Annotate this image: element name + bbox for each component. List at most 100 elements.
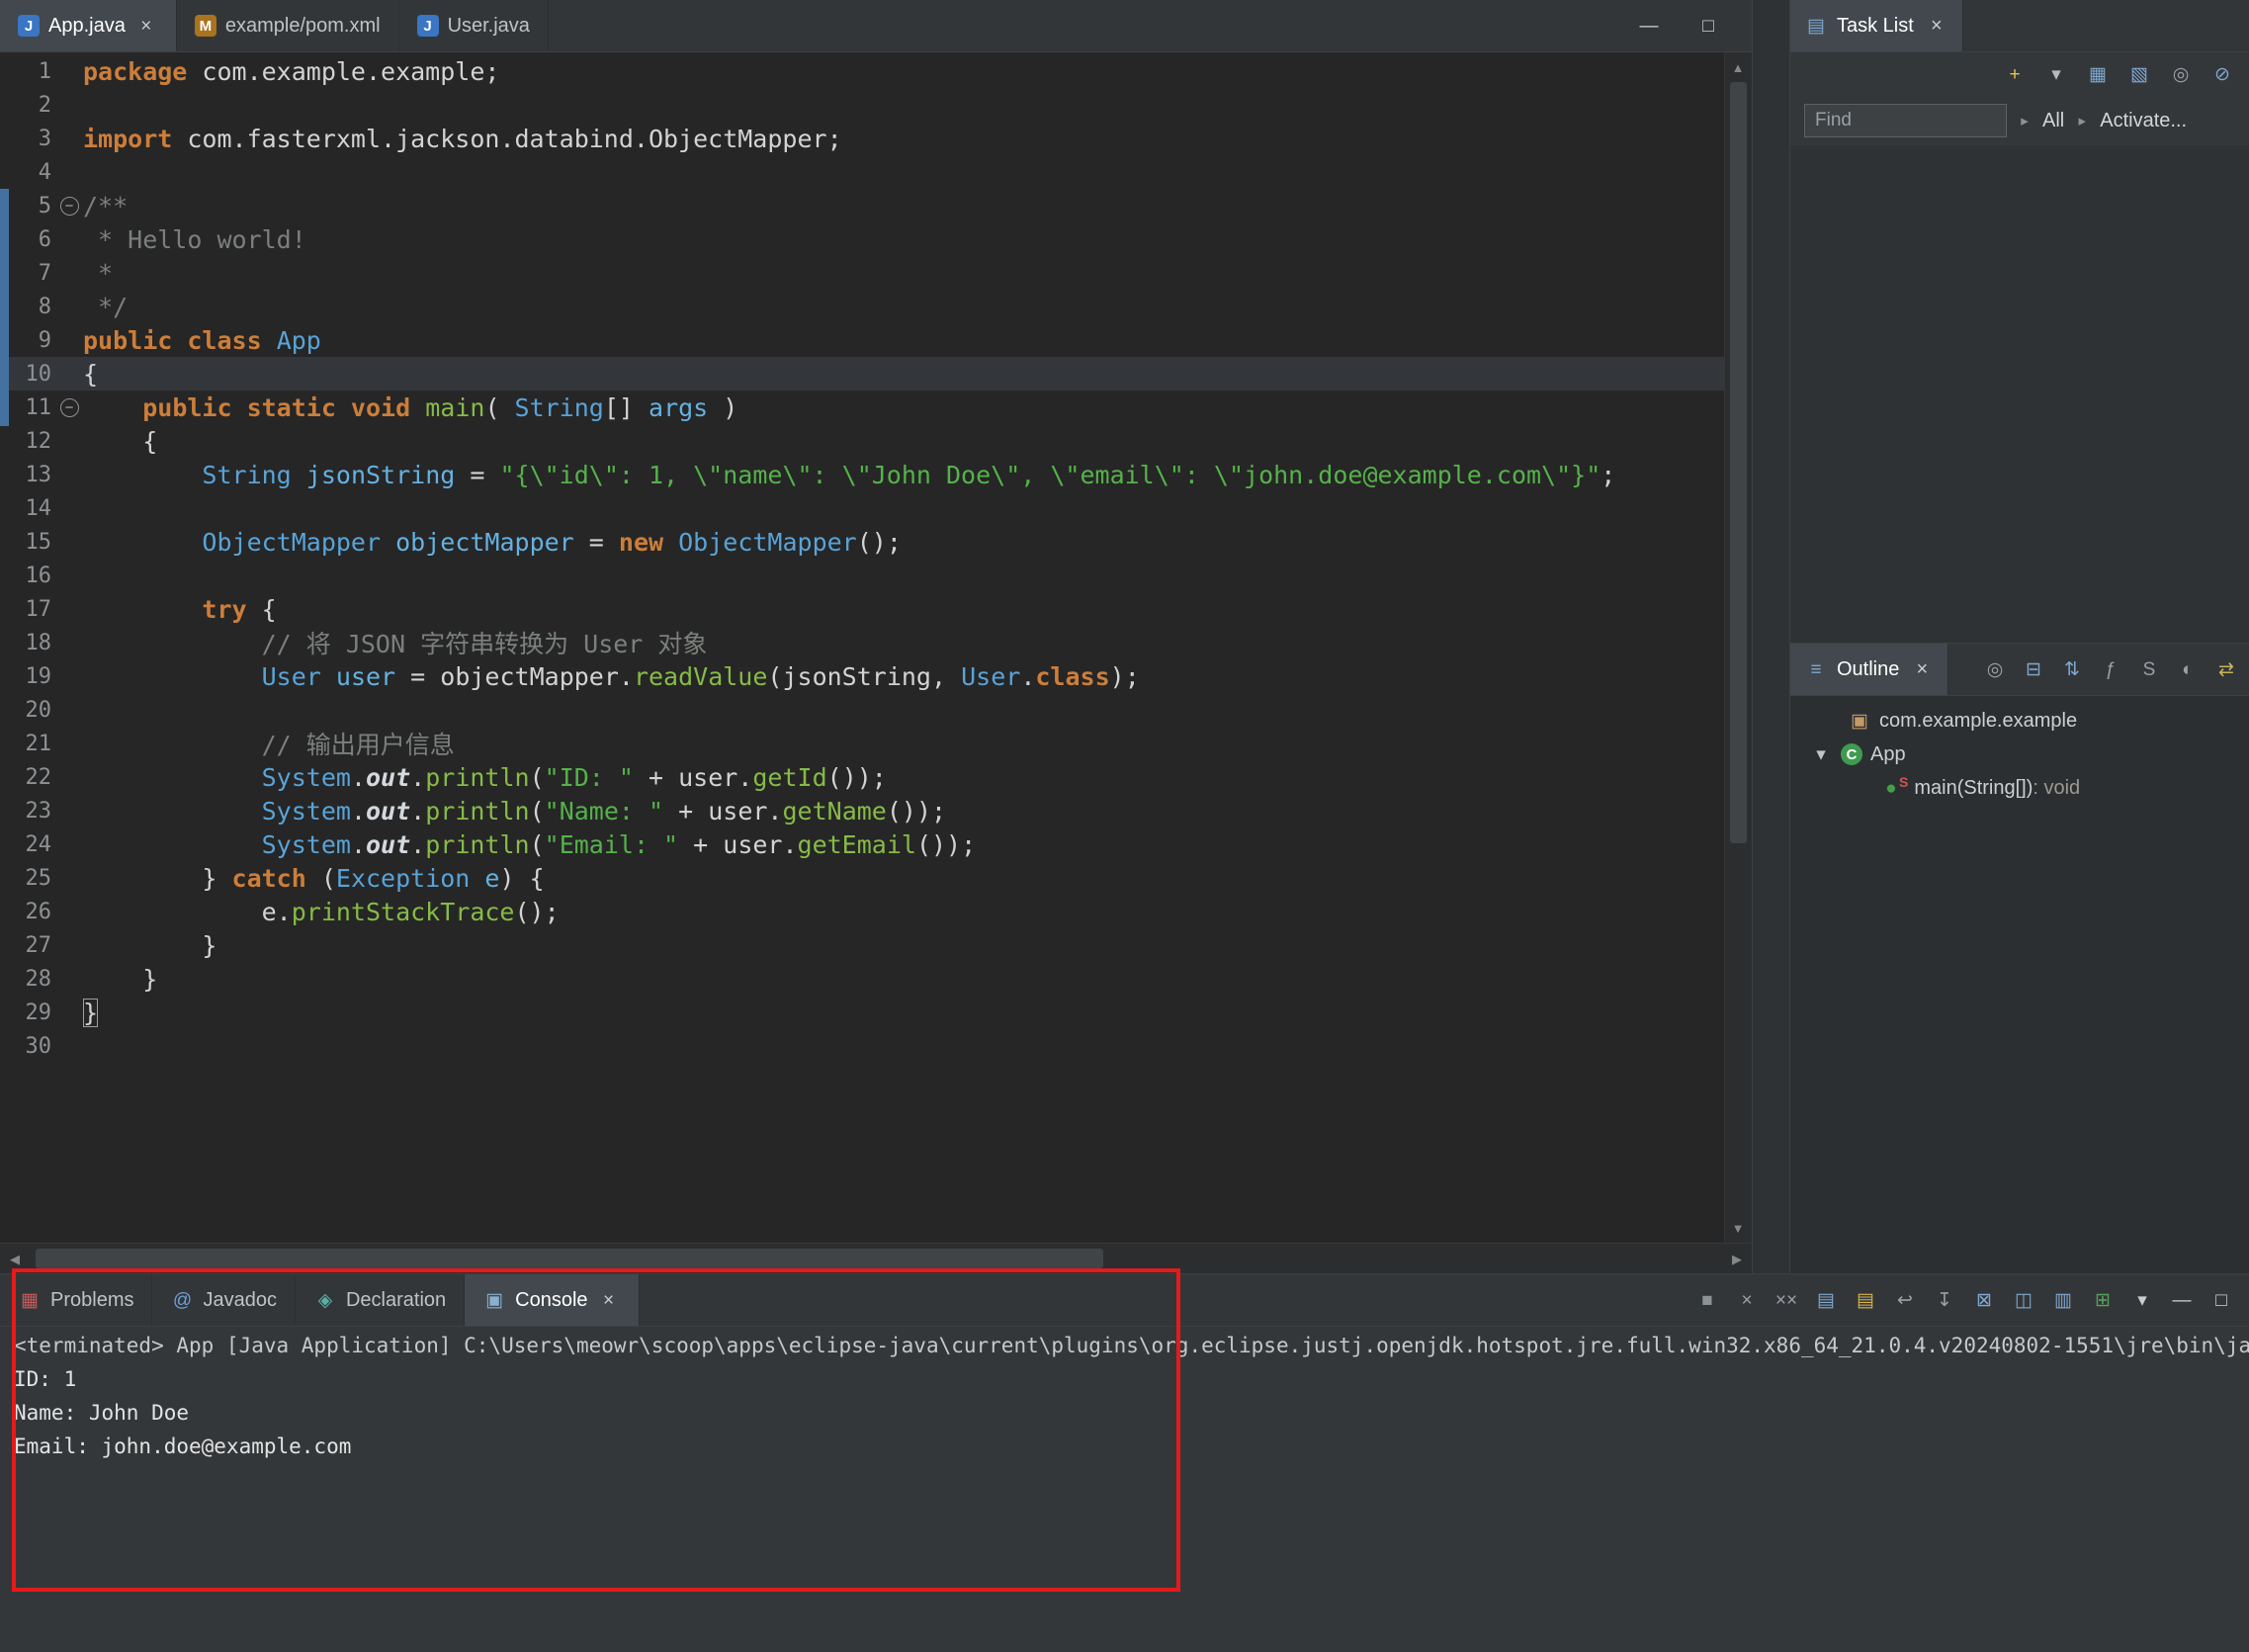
vertical-scrollbar-thumb[interactable] — [1730, 82, 1747, 843]
console-view[interactable]: <terminated> App [Java Application] C:\U… — [0, 1327, 2249, 1652]
tab-outline[interactable]: ≡ Outline × — [1790, 644, 1948, 695]
restore-icon[interactable]: □ — [1696, 14, 1720, 38]
view-tab-declaration[interactable]: ◈Declaration — [296, 1274, 465, 1326]
focus-icon[interactable]: ◎ — [1983, 657, 2007, 681]
code-line[interactable]: 9public class App — [0, 323, 1725, 357]
code-line[interactable]: 4 — [0, 155, 1725, 189]
line-number[interactable]: 3 — [0, 127, 55, 151]
code-line[interactable]: 24 System.out.println("Email: " + user.g… — [0, 827, 1725, 861]
close-icon[interactable]: × — [1925, 14, 1948, 38]
line-number[interactable]: 2 — [0, 93, 55, 118]
line-number[interactable]: 18 — [0, 631, 55, 655]
view-tab-javadoc[interactable]: @Javadoc — [152, 1274, 296, 1326]
outline-item[interactable]: ▣com.example.example — [1790, 704, 2249, 738]
link-with-editor-icon[interactable]: ⇄ — [2214, 657, 2238, 681]
line-number[interactable]: 16 — [0, 564, 55, 588]
editor-tab-app-java[interactable]: JApp.java× — [0, 0, 177, 51]
code-line[interactable]: 2 — [0, 88, 1725, 122]
code-line[interactable]: 19 User user = objectMapper.readValue(js… — [0, 659, 1725, 693]
line-number[interactable]: 12 — [0, 429, 55, 454]
line-number[interactable]: 4 — [0, 160, 55, 185]
minimize-icon[interactable]: — — [2170, 1288, 2194, 1312]
view-tab-console[interactable]: ▣Console× — [465, 1274, 639, 1326]
line-number[interactable]: 26 — [0, 900, 55, 924]
show-stderr-icon[interactable]: ▤ — [1854, 1288, 1877, 1312]
show-stdout-icon[interactable]: ▤ — [1814, 1288, 1838, 1312]
line-number[interactable]: 20 — [0, 698, 55, 723]
code-line[interactable]: 26 e.printStackTrace(); — [0, 895, 1725, 928]
focus-workweek-icon[interactable]: ◎ — [2169, 62, 2193, 86]
code-line[interactable]: 23 System.out.println("Name: " + user.ge… — [0, 794, 1725, 827]
code-line[interactable]: 17 try { — [0, 592, 1725, 626]
tree-expander-icon[interactable]: ▾ — [1809, 742, 1833, 766]
code-line[interactable]: 1package com.example.example; — [0, 54, 1725, 88]
code-line[interactable]: 8 */ — [0, 290, 1725, 323]
code-line[interactable]: 15 ObjectMapper objectMapper = new Objec… — [0, 525, 1725, 559]
line-number[interactable]: 22 — [0, 765, 55, 790]
close-icon[interactable]: × — [597, 1288, 621, 1312]
view-tab-problems[interactable]: ▦Problems — [0, 1274, 152, 1326]
line-number[interactable]: 27 — [0, 933, 55, 958]
restore-icon[interactable]: □ — [2209, 1288, 2233, 1312]
line-number[interactable]: 30 — [0, 1034, 55, 1059]
code-line[interactable]: 22 System.out.println("ID: " + user.getI… — [0, 760, 1725, 794]
scroll-down-icon[interactable]: ▼ — [1725, 1215, 1751, 1241]
line-number[interactable]: 15 — [0, 530, 55, 555]
line-number[interactable]: 1 — [0, 59, 55, 84]
line-number[interactable]: 29 — [0, 1000, 55, 1025]
line-number[interactable]: 21 — [0, 732, 55, 756]
code-line[interactable]: 6 * Hello world! — [0, 222, 1725, 256]
minimize-icon[interactable]: — — [1637, 14, 1661, 38]
fold-icon[interactable]: − — [60, 398, 79, 417]
view-menu-caret-icon[interactable]: ▾ — [2130, 1288, 2154, 1312]
line-number[interactable]: 24 — [0, 832, 55, 857]
editor-tab-example-pom-xml[interactable]: Mexample/pom.xml — [177, 0, 399, 51]
code-line[interactable]: 28 } — [0, 962, 1725, 996]
expand-arrow-icon[interactable]: ▸ — [2074, 109, 2090, 132]
code-line[interactable]: 29} — [0, 996, 1725, 1029]
code-line[interactable]: 30 — [0, 1029, 1725, 1063]
display-console-icon[interactable]: ▥ — [2051, 1288, 2075, 1312]
code-line[interactable]: 20 — [0, 693, 1725, 727]
code-line[interactable]: 27 } — [0, 928, 1725, 962]
line-number[interactable]: 25 — [0, 866, 55, 891]
code-line[interactable]: 11− public static void main( String[] ar… — [0, 391, 1725, 424]
code-line[interactable]: 14 — [0, 491, 1725, 525]
filter-all-button[interactable]: All — [2042, 110, 2064, 132]
code-line[interactable]: 5−/** — [0, 189, 1725, 222]
categorized-icon[interactable]: ▦ — [2086, 62, 2110, 86]
filter-icon[interactable]: ⊘ — [2210, 62, 2234, 86]
code-line[interactable]: 13 String jsonString = "{\"id\": 1, \"na… — [0, 458, 1725, 491]
scheduled-icon[interactable]: ▧ — [2127, 62, 2151, 86]
find-input[interactable] — [1804, 104, 2007, 137]
collapse-all-icon[interactable]: ⊟ — [2022, 657, 2045, 681]
pin-console-icon[interactable]: ◫ — [2012, 1288, 2035, 1312]
code-line[interactable]: 3import com.fasterxml.jackson.databind.O… — [0, 122, 1725, 155]
line-number[interactable]: 17 — [0, 597, 55, 622]
code-editor[interactable]: 1package com.example.example; 2 3import co… — [0, 52, 1752, 1243]
line-number[interactable]: 13 — [0, 463, 55, 487]
code-line[interactable]: 10{ — [0, 357, 1725, 391]
code-line[interactable]: 12 { — [0, 424, 1725, 458]
editor-vertical-scrollbar[interactable]: ▲ ▼ — [1724, 52, 1752, 1243]
outline-item[interactable]: ●Smain(String[]) : void — [1790, 771, 2249, 805]
code-line[interactable]: 18 // 将 JSON 字符串转换为 User 对象 — [0, 626, 1725, 659]
scroll-right-icon[interactable]: ▶ — [1724, 1244, 1750, 1273]
fold-icon[interactable]: − — [60, 197, 79, 216]
code-line[interactable]: 25 } catch (Exception e) { — [0, 861, 1725, 895]
code-line[interactable]: 7 * — [0, 256, 1725, 290]
line-number[interactable]: 23 — [0, 799, 55, 824]
new-task-icon[interactable]: + — [2003, 62, 2027, 86]
line-number[interactable]: 28 — [0, 967, 55, 992]
caret-down-icon[interactable]: ▾ — [2044, 62, 2068, 86]
scroll-up-icon[interactable]: ▲ — [1725, 54, 1751, 80]
code-line[interactable]: 21 // 输出用户信息 — [0, 727, 1725, 760]
scroll-left-icon[interactable]: ◀ — [2, 1244, 28, 1273]
word-wrap-icon[interactable]: ↩ — [1893, 1288, 1917, 1312]
clear-console-icon[interactable]: ⊠ — [1972, 1288, 1996, 1312]
hide-fields-icon[interactable]: ƒ — [2099, 657, 2122, 681]
close-icon[interactable]: × — [134, 14, 158, 38]
sort-icon[interactable]: ⇅ — [2060, 657, 2084, 681]
open-console-icon[interactable]: ⊞ — [2091, 1288, 2115, 1312]
activate-button[interactable]: Activate... — [2100, 110, 2187, 132]
